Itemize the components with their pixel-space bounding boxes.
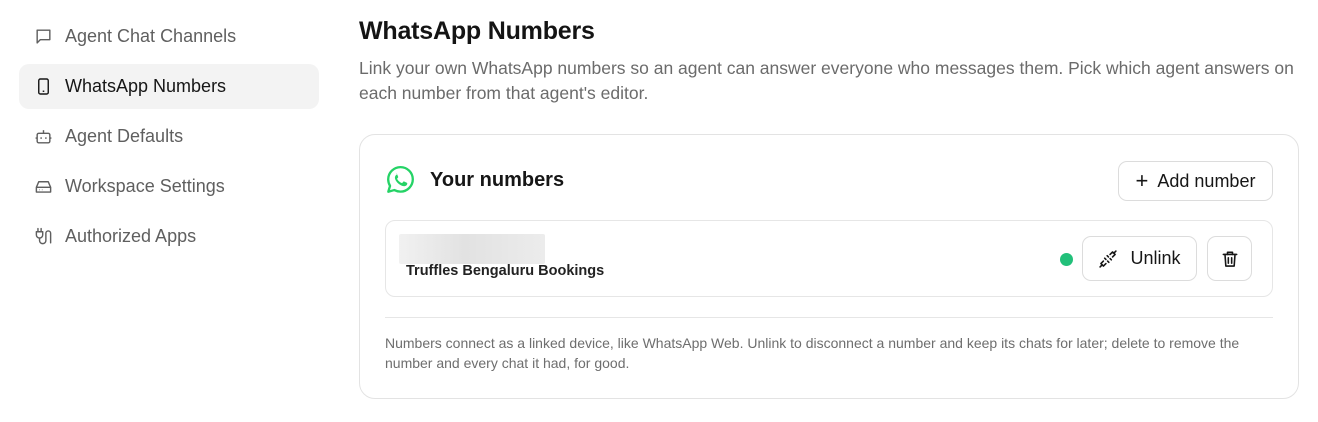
page-description: Link your own WhatsApp numbers so an age… [359, 58, 1294, 103]
unlink-button[interactable]: Unlink [1082, 236, 1197, 281]
plus-icon: + [1135, 168, 1149, 193]
plug-icon [34, 227, 53, 246]
sidebar-item-label: Agent Chat Channels [65, 26, 237, 46]
number-row: Truffles Bengaluru Bookings Unlink [385, 220, 1273, 297]
sidebar-item-label: Agent Defaults [65, 126, 184, 146]
whatsapp-icon [385, 164, 416, 195]
divider [385, 317, 1273, 318]
settings-sidebar: Agent Chat Channels WhatsApp Numbers Age… [19, 14, 319, 264]
sidebar-item-agent-chat-channels[interactable]: Agent Chat Channels [19, 14, 319, 59]
phone-icon [34, 77, 53, 96]
sidebar-item-label: WhatsApp Numbers [65, 76, 227, 96]
page-title: WhatsApp Numbers [359, 17, 595, 45]
add-number-label: Add number [1157, 170, 1256, 191]
sidebar-item-authorized-apps[interactable]: Authorized Apps [19, 214, 319, 259]
sidebar-item-whatsapp-numbers[interactable]: WhatsApp Numbers [19, 64, 319, 109]
robot-icon [34, 127, 53, 146]
delete-number-button[interactable] [1207, 236, 1252, 281]
numbers-card: Your numbers + Add number Truffles Benga… [359, 134, 1299, 399]
sidebar-item-agent-defaults[interactable]: Agent Defaults [19, 114, 319, 159]
number-name: Truffles Bengaluru Bookings [406, 263, 605, 279]
trash-icon [1222, 251, 1237, 267]
card-header: Your numbers + Add number [385, 161, 1273, 201]
card-footnote: Numbers connect as a linked device, like… [385, 335, 1240, 371]
unlink-label: Unlink [1130, 248, 1181, 268]
drive-icon [34, 177, 53, 196]
sidebar-item-workspace-settings[interactable]: Workspace Settings [19, 164, 319, 209]
chat-bubble-icon [34, 27, 53, 46]
connected-status-dot [1060, 253, 1073, 266]
app: Agent Chat Channels WhatsApp Numbers Age… [0, 0, 1318, 422]
sidebar-item-label: Authorized Apps [65, 226, 197, 246]
main-content: WhatsApp Numbers Link your own WhatsApp … [359, 14, 1299, 399]
redacted-phone-number [399, 234, 545, 264]
sidebar-item-label: Workspace Settings [65, 176, 225, 196]
add-number-button[interactable]: + Add number [1118, 161, 1273, 201]
card-title: Your numbers [430, 169, 565, 191]
unlink-icon [1099, 249, 1118, 268]
